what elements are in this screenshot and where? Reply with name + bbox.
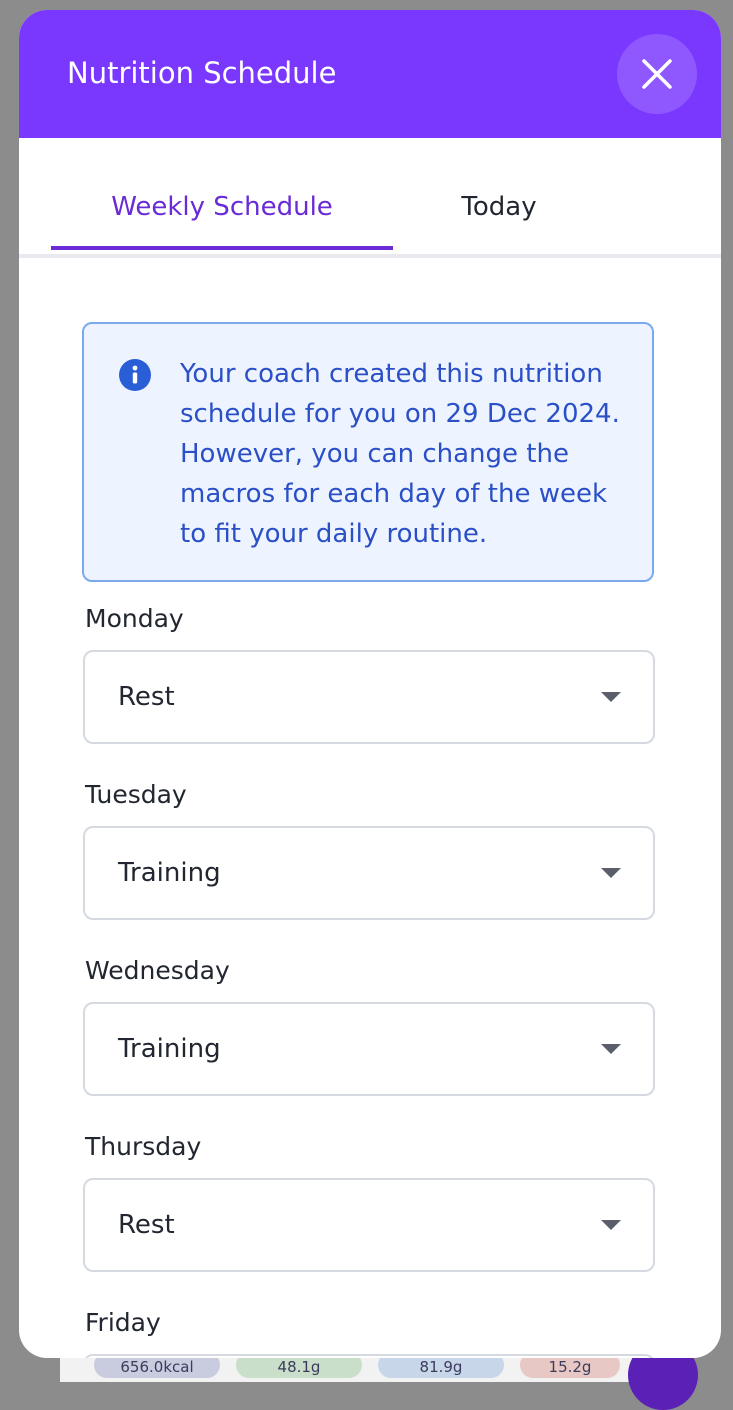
- modal-header: Nutrition Schedule: [19, 10, 721, 138]
- day-type-select-tuesday[interactable]: Training: [83, 826, 655, 920]
- chevron-down-icon: [601, 1220, 621, 1230]
- select-value: Training: [118, 858, 221, 888]
- nutrition-schedule-modal: Nutrition Schedule Weekly Schedule Today…: [19, 10, 721, 1358]
- day-label-tuesday: Tuesday: [85, 780, 187, 809]
- close-button[interactable]: [617, 34, 697, 114]
- info-message: Your coach created this nutrition schedu…: [180, 359, 620, 549]
- chevron-down-icon: [601, 1044, 621, 1054]
- day-label-friday: Friday: [85, 1308, 161, 1337]
- tab-today[interactable]: Today: [393, 192, 605, 222]
- chevron-down-icon: [601, 692, 621, 702]
- select-value: Rest: [118, 682, 175, 712]
- select-value: Training: [118, 1034, 221, 1064]
- day-label-wednesday: Wednesday: [85, 956, 230, 985]
- select-value: Rest: [118, 1210, 175, 1240]
- info-icon: [119, 359, 151, 391]
- close-icon: [642, 59, 672, 89]
- day-type-select-friday[interactable]: [83, 1354, 655, 1358]
- tab-bar: Weekly Schedule Today: [19, 138, 721, 258]
- day-type-select-wednesday[interactable]: Training: [83, 1002, 655, 1096]
- chevron-down-icon: [601, 868, 621, 878]
- day-type-select-monday[interactable]: Rest: [83, 650, 655, 744]
- day-label-thursday: Thursday: [85, 1132, 202, 1161]
- modal-title: Nutrition Schedule: [67, 56, 337, 90]
- info-alert: Your coach created this nutrition schedu…: [82, 322, 654, 582]
- day-label-monday: Monday: [85, 604, 184, 633]
- active-tab-indicator: [51, 246, 393, 250]
- day-type-select-thursday[interactable]: Rest: [83, 1178, 655, 1272]
- tab-weekly-schedule[interactable]: Weekly Schedule: [51, 192, 393, 222]
